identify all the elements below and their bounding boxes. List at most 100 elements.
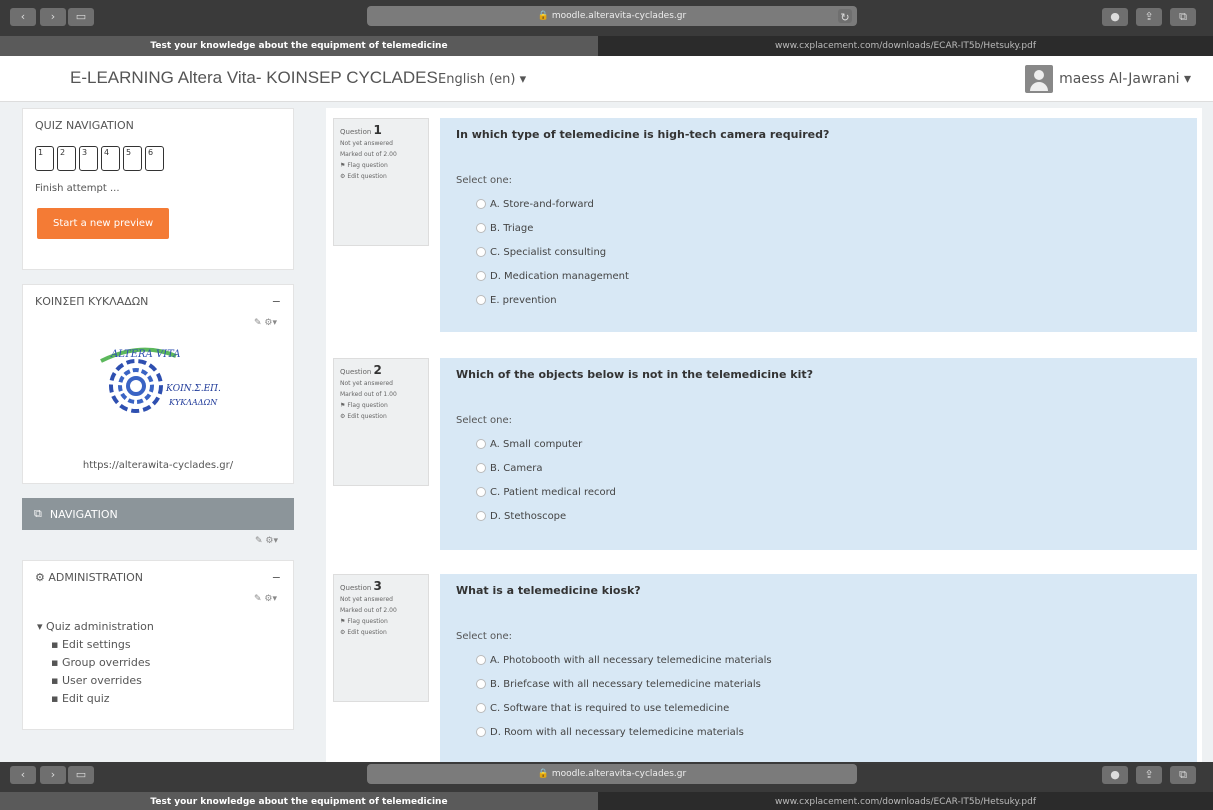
gear-icon: ⚙ (340, 413, 346, 420)
answer-option[interactable]: A. Small computer (456, 432, 1181, 456)
answer-option[interactable]: D. Medication management (456, 264, 1181, 288)
flag-question-link[interactable]: ⚑ Flag question (340, 160, 422, 171)
svg-text:ΚΥΚΛΑΔΩΝ: ΚΥΚΛΑΔΩΝ (168, 398, 218, 407)
download-icon[interactable]: ● (1102, 766, 1128, 784)
select-one-label: Select one: (456, 631, 513, 642)
radio-button[interactable] (476, 271, 486, 281)
radio-button[interactable] (476, 679, 486, 689)
tree-item-edit-quiz[interactable]: ▪ Edit quiz (37, 690, 279, 708)
tab-inactive[interactable]: www.cxplacement.com/downloads/ECAR-IT5b/… (598, 792, 1213, 810)
tree-item-quiz-administration[interactable]: ▾ Quiz administration (37, 618, 279, 636)
tab-active[interactable]: Test your knowledge about the equipment … (0, 36, 598, 56)
question-nav-button[interactable]: 4 (101, 146, 120, 171)
flag-icon: ⚑ (340, 162, 346, 169)
answer-option[interactable]: C. Software that is required to use tele… (456, 696, 1181, 720)
tree-item-edit-settings[interactable]: ▪ Edit settings (37, 636, 279, 654)
gears-icon: ⚙ (35, 571, 45, 584)
select-one-label: Select one: (456, 415, 513, 426)
share-icon[interactable]: ⇪ (1136, 8, 1162, 26)
download-icon[interactable]: ● (1102, 8, 1128, 26)
block-gear-icon[interactable]: ✎ ⚙▾ (23, 318, 293, 328)
radio-button[interactable] (476, 727, 486, 737)
answer-option[interactable]: D. Room with all necessary telemedicine … (456, 720, 1181, 744)
tree-item-group-overrides[interactable]: ▪ Group overrides (37, 654, 279, 672)
sitemap-icon: ⧉ (34, 507, 42, 520)
question-text: Which of the objects below is not in the… (456, 368, 814, 381)
question-marks: Marked out of 1.00 (340, 391, 397, 398)
question-info: Question 2 Not yet answered Marked out o… (333, 358, 429, 486)
answer-option[interactable]: C. Patient medical record (456, 480, 1181, 504)
reload-icon[interactable]: ↻ (838, 9, 852, 24)
radio-button[interactable] (476, 223, 486, 233)
answer-option[interactable]: B. Briefcase with all necessary telemedi… (456, 672, 1181, 696)
collapse-icon[interactable]: − (272, 295, 281, 308)
navigation-block[interactable]: ⧉ NAVIGATION (22, 498, 294, 530)
sidebar-toggle-icon[interactable]: ▭ (68, 766, 94, 784)
radio-button[interactable] (476, 247, 486, 257)
question-text: What is a telemedicine kiosk? (456, 584, 641, 597)
back-button[interactable]: ‹ (10, 766, 36, 784)
radio-button[interactable] (476, 295, 486, 305)
administration-title: ADMINISTRATION (48, 571, 143, 584)
edit-question-link[interactable]: ⚙ Edit question (340, 171, 422, 182)
admin-gear-icon[interactable]: ✎ ⚙▾ (23, 594, 293, 604)
question-nav-button[interactable]: 1 (35, 146, 54, 171)
question-nav-button[interactable]: 5 (123, 146, 142, 171)
navigation-title: NAVIGATION (49, 507, 118, 521)
address-bar[interactable]: 🔒 moodle.alteravita-cyclades.gr (367, 6, 857, 26)
answer-option[interactable]: A. Photobooth with all necessary telemed… (456, 648, 1181, 672)
radio-button[interactable] (476, 199, 486, 209)
radio-button[interactable] (476, 439, 486, 449)
forward-button[interactable]: › (40, 8, 66, 26)
radio-button[interactable] (476, 703, 486, 713)
edit-question-link[interactable]: ⚙ Edit question (340, 411, 422, 422)
question-nav-button[interactable]: 6 (145, 146, 164, 171)
radio-button[interactable] (476, 511, 486, 521)
flag-question-link[interactable]: ⚑ Flag question (340, 400, 422, 411)
tab-active[interactable]: Test your knowledge about the equipment … (0, 792, 598, 810)
navigation-gear-icon[interactable]: ✎ ⚙▾ (22, 536, 294, 546)
quiz-navigation-block: QUIZ NAVIGATION 1 2 3 4 5 6 Finish attem… (22, 108, 294, 270)
answer-option[interactable]: B. Camera (456, 456, 1181, 480)
alteravita-logo: ALTERA VITA ΚΟΙΝ.Σ.ΕΠ. ΚΥΚΛΑΔΩΝ (100, 347, 221, 413)
forward-button[interactable]: › (40, 766, 66, 784)
answer-option[interactable]: E. prevention (456, 288, 1181, 312)
address-bar[interactable]: 🔒 moodle.alteravita-cyclades.gr (367, 764, 857, 784)
radio-button[interactable] (476, 463, 486, 473)
site-brand[interactable]: E-LEARNING Altera Vita- KOINSEP CYCLADES (70, 68, 438, 88)
question-buttons: 1 2 3 4 5 6 (23, 142, 293, 175)
sidebar-toggle-icon[interactable]: ▭ (68, 8, 94, 26)
share-icon[interactable]: ⇪ (1136, 766, 1162, 784)
answer-option[interactable]: A. Store-and-forward (456, 192, 1181, 216)
finish-attempt-link[interactable]: Finish attempt ... (23, 175, 293, 202)
question-status: Not yet answered (340, 380, 393, 387)
question-number: 3 (373, 579, 382, 593)
url-text: moodle.alteravita-cyclades.gr (551, 769, 687, 779)
question-status: Not yet answered (340, 596, 393, 603)
language-menu[interactable]: English (en) ▾ (438, 72, 526, 87)
answer-option[interactable]: B. Triage (456, 216, 1181, 240)
back-button[interactable]: ‹ (10, 8, 36, 26)
flag-icon: ⚑ (340, 402, 346, 409)
user-menu[interactable]: maess Al-Jawrani ▾ (1025, 65, 1191, 93)
question-number: 1 (373, 123, 382, 137)
tabs-overview-icon[interactable]: ⧉ (1170, 766, 1196, 784)
logo-link[interactable]: https://alterawita-cyclades.gr/ (23, 460, 293, 471)
question-text: In which type of telemedicine is high-te… (456, 128, 830, 141)
sidebar: QUIZ NAVIGATION 1 2 3 4 5 6 Finish attem… (22, 108, 294, 744)
question-content: Which of the objects below is not in the… (440, 358, 1197, 550)
question-nav-button[interactable]: 2 (57, 146, 76, 171)
start-new-preview-button[interactable]: Start a new preview (37, 208, 170, 239)
radio-button[interactable] (476, 487, 486, 497)
answer-option[interactable]: D. Stethoscope (456, 504, 1181, 528)
collapse-icon[interactable]: − (272, 571, 281, 584)
question-nav-button[interactable]: 3 (79, 146, 98, 171)
radio-button[interactable] (476, 655, 486, 665)
tree-item-user-overrides[interactable]: ▪ User overrides (37, 672, 279, 690)
edit-question-link[interactable]: ⚙ Edit question (340, 627, 422, 638)
flag-question-link[interactable]: ⚑ Flag question (340, 616, 422, 627)
tab-inactive[interactable]: www.cxplacement.com/downloads/ECAR-IT5b/… (598, 36, 1213, 56)
url-text: moodle.alteravita-cyclades.gr (551, 11, 687, 21)
tabs-overview-icon[interactable]: ⧉ (1170, 8, 1196, 26)
answer-option[interactable]: C. Specialist consulting (456, 240, 1181, 264)
